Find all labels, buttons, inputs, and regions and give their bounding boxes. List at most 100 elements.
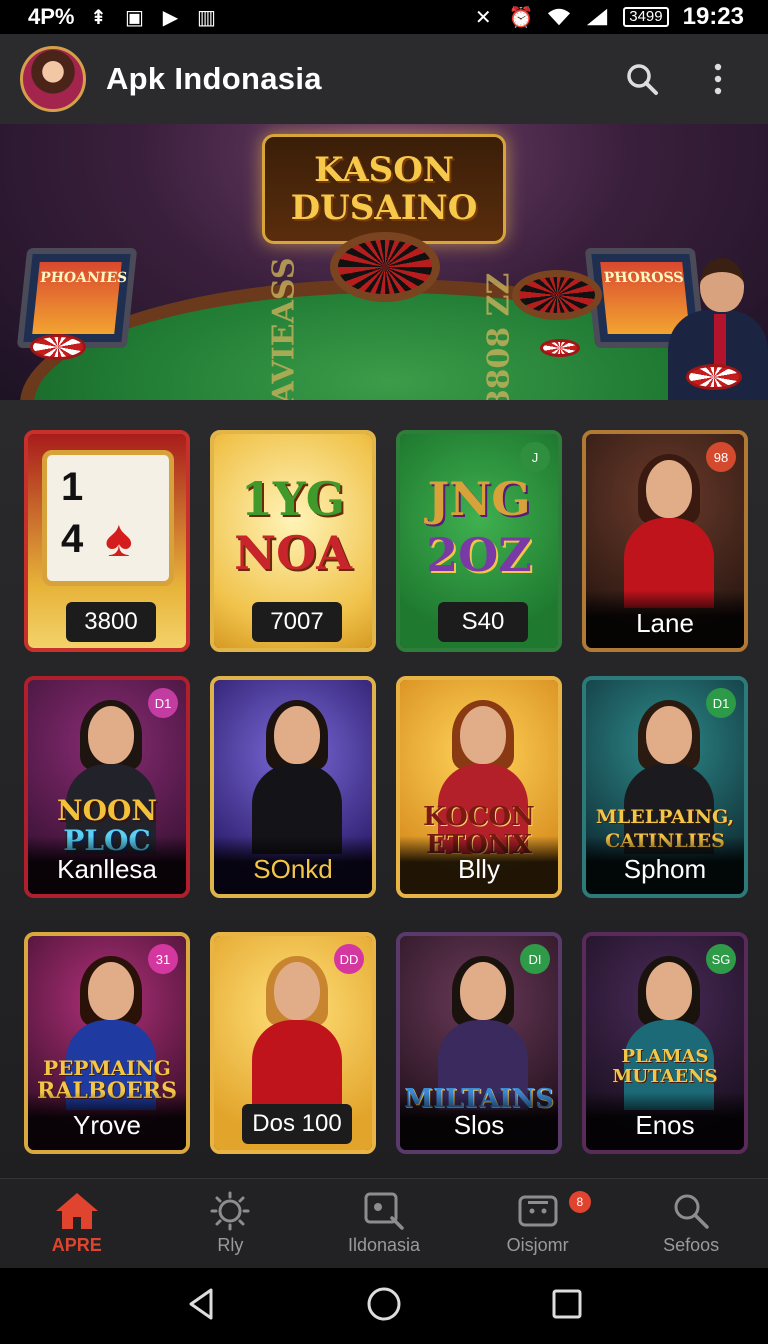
notification-icon: ▣ — [125, 6, 144, 29]
roulette-wheel — [330, 232, 440, 302]
recents-icon — [552, 1289, 582, 1318]
game-title-line1: PLAMAS — [621, 1046, 709, 1067]
nav-item-rly[interactable]: Rly — [154, 1179, 308, 1268]
recents-button[interactable] — [551, 1288, 583, 1325]
back-button[interactable] — [185, 1287, 217, 1326]
nav-label: Ildonasia — [347, 1235, 421, 1255]
chip-stack — [30, 334, 86, 360]
game-card-caption: Slos — [400, 1092, 558, 1150]
nav-label: Oisjomr — [506, 1235, 569, 1255]
game-card-caption: 7007 — [252, 602, 342, 642]
game-card-caption: Enos — [586, 1092, 744, 1150]
battery-indicator: 3499 — [623, 7, 669, 27]
game-title-line1: JNG — [427, 472, 531, 526]
more-vert-icon — [714, 63, 722, 95]
nav-item-home[interactable]: APRE — [0, 1179, 154, 1268]
app-bar: Apk Indonasia — [0, 34, 768, 124]
game-card[interactable]: KOCON ETONX Blly — [396, 676, 562, 898]
card-rank-bottom: 4 — [61, 517, 84, 561]
game-title-line1: 1YG — [240, 472, 346, 526]
banner-logo-line1: KASON — [314, 150, 454, 190]
usb-icon: ⇞ — [90, 6, 107, 29]
game-title-line1: PEPMAING — [43, 1056, 171, 1080]
game-title-line2: 2OZ — [426, 528, 532, 582]
game-card-caption: 3800 — [66, 602, 156, 642]
promo-banner[interactable]: PHOANIES PHOROSS KASON DUSAINO 6AVIEASS … — [0, 124, 768, 400]
slot-machine-left: PHOANIES — [16, 248, 138, 348]
game-card[interactable]: DD Dos 100 — [210, 932, 376, 1154]
nav-label: APRE — [51, 1235, 102, 1255]
game-card[interactable]: SOnkd — [210, 676, 376, 898]
game-card-caption: Blly — [400, 836, 558, 894]
chip-stack — [686, 364, 742, 390]
search-icon — [627, 64, 658, 95]
nav-item-sefoos[interactable]: Sefoos — [614, 1179, 768, 1268]
game-card-badge: J — [520, 442, 550, 472]
notification-badge: 8 — [568, 1191, 591, 1213]
character-image — [624, 454, 714, 608]
chip-stack — [540, 339, 580, 357]
playing-card-image: 1 4 ♠ — [42, 450, 174, 586]
app-title: Apk Indonasia — [106, 61, 322, 96]
game-card-badge: D1 — [148, 688, 178, 718]
machine-left-label: PHOANIES — [39, 270, 128, 286]
game-card[interactable]: 98 Lane — [582, 430, 748, 652]
bottom-navigation: APRE Rly Ildonasia 8 Oisjomr Sefoos — [0, 1178, 768, 1268]
game-title-line1: KOCON — [423, 802, 535, 832]
game-card-caption: SOnkd — [214, 836, 372, 894]
system-navigation-bar — [0, 1268, 768, 1344]
game-card[interactable]: D1 MLELPAING, CATINLIES Sphom — [582, 676, 748, 898]
nav-label: Rly — [217, 1235, 244, 1255]
search-button[interactable] — [622, 59, 662, 99]
game-card[interactable]: J JNG 2OZ S40 — [396, 430, 562, 652]
search-screen-icon — [364, 1192, 404, 1230]
wifi-icon — [547, 6, 571, 28]
overflow-menu-button[interactable] — [698, 59, 738, 99]
game-title-line2: NOA — [234, 526, 352, 580]
card-rank-top: 1 — [61, 465, 84, 509]
table-text-left: 6AVIEASS — [266, 257, 302, 400]
home-icon — [55, 1193, 98, 1229]
table-text-right: 8808 ZZ — [481, 272, 517, 400]
game-title-line1: NOON — [57, 794, 157, 827]
game-card-caption: Sphom — [586, 836, 744, 894]
game-card-badge: DD — [334, 944, 364, 974]
game-card[interactable]: 31 PEPMAING RALBOERS Yrove — [24, 932, 190, 1154]
game-card-badge: SG — [706, 944, 736, 974]
character-image — [252, 956, 342, 1110]
game-card-badge: 98 — [706, 442, 736, 472]
nav-item-ildonasia[interactable]: Ildonasia — [307, 1179, 461, 1268]
character-image — [252, 700, 342, 854]
avatar[interactable] — [20, 46, 86, 112]
sun-icon — [210, 1191, 250, 1231]
banner-logo: KASON DUSAINO — [262, 134, 506, 244]
game-card-badge: 31 — [148, 944, 178, 974]
home-button[interactable] — [366, 1286, 402, 1327]
home-circle-icon — [367, 1287, 401, 1320]
mute-icon: ✕ — [474, 6, 492, 29]
game-card[interactable]: 1YG NOA 7007 — [210, 430, 376, 652]
game-card[interactable]: DI MILTAINS Slos — [396, 932, 562, 1154]
game-card-caption: Dos 100 — [242, 1104, 352, 1144]
game-card-caption: Lane — [586, 590, 744, 648]
spade-icon: ♠ — [105, 510, 133, 568]
back-icon — [189, 1288, 213, 1319]
signal-icon — [585, 6, 609, 28]
game-grid: 1 4 ♠ 3800 1YG NOA 7007 J JNG 2OZ S40 98… — [0, 400, 768, 1178]
alarm-icon: ⏰ — [508, 6, 534, 29]
game-card-caption: S40 — [438, 602, 528, 642]
nav-item-oisjomr[interactable]: 8 Oisjomr — [461, 1179, 615, 1268]
play-store-icon: ▶ — [162, 6, 179, 29]
app-icon: ▥ — [197, 6, 216, 29]
roulette-wheel-small — [512, 270, 602, 320]
game-card-caption: Yrove — [28, 1092, 186, 1150]
games-icon — [518, 1195, 558, 1227]
game-card[interactable]: D1 NOON PLOC Kanllesa — [24, 676, 190, 898]
network-indicator: 4P% — [28, 4, 75, 29]
game-title-line2: MUTAENS — [612, 1066, 718, 1087]
banner-logo-line2: DUSAINO — [290, 188, 478, 228]
game-card-badge: D1 — [706, 688, 736, 718]
game-card[interactable]: SG PLAMAS MUTAENS Enos — [582, 932, 748, 1154]
search-icon — [674, 1194, 709, 1229]
game-card[interactable]: 1 4 ♠ 3800 — [24, 430, 190, 652]
